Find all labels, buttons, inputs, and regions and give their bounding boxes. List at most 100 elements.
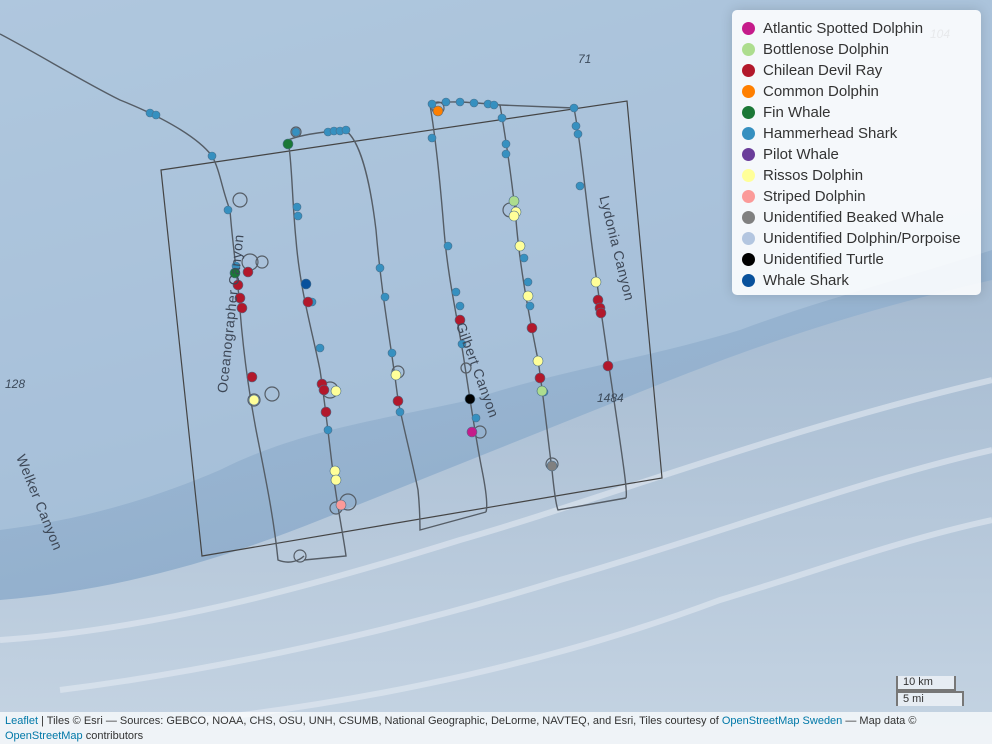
- sighting-hammerhead: [573, 129, 583, 139]
- legend-item: Chilean Devil Ray: [740, 60, 973, 81]
- legend-item: Rissos Dolphin: [740, 165, 973, 186]
- sighting-rissos: [330, 385, 342, 397]
- legend-swatch: [742, 190, 755, 203]
- sighting-devil-ray: [302, 296, 314, 308]
- legend-label: Striped Dolphin: [763, 188, 866, 205]
- legend-label: Pilot Whale: [763, 146, 839, 163]
- sighting-hammerhead: [427, 133, 437, 143]
- sighting-devil-ray: [392, 395, 404, 407]
- sighting-hammerhead: [525, 301, 535, 311]
- sighting-fin-whale: [282, 138, 294, 150]
- legend-item: Atlantic Spotted Dolphin: [740, 18, 973, 39]
- sighting-hammerhead: [293, 211, 303, 221]
- sighting-rissos: [329, 465, 341, 477]
- sighting-hammerhead: [501, 139, 511, 149]
- sighting-hammerhead: [469, 98, 479, 108]
- legend-item: Striped Dolphin: [740, 186, 973, 207]
- legend-swatch: [742, 43, 755, 56]
- osm-sweden-link[interactable]: OpenStreetMap Sweden: [722, 715, 842, 727]
- sighting-whale-shark: [300, 278, 312, 290]
- sighting-devil-ray: [595, 307, 607, 319]
- sighting-common-dolphin: [432, 105, 444, 117]
- sighting-hammerhead: [455, 301, 465, 311]
- sighting-hammerhead: [443, 241, 453, 251]
- sighting-rissos: [390, 369, 402, 381]
- legend-swatch: [742, 211, 755, 224]
- sighting-hammerhead: [207, 151, 217, 161]
- sighting-devil-ray: [526, 322, 538, 334]
- attribution-text-1: | Tiles © Esri — Sources: GEBCO, NOAA, C…: [38, 715, 722, 727]
- osm-link[interactable]: OpenStreetMap: [5, 730, 83, 742]
- legend-label: Rissos Dolphin: [763, 167, 864, 184]
- legend-item: Unidentified Beaked Whale: [740, 207, 973, 228]
- sighting-hammerhead: [575, 181, 585, 191]
- attribution-text-3: contributors: [82, 730, 144, 742]
- legend-swatch: [742, 274, 755, 287]
- sighting-devil-ray: [602, 360, 614, 372]
- sighting-rissos: [248, 394, 260, 406]
- sighting-bottlenose: [508, 195, 520, 207]
- sighting-devil-ray: [318, 384, 330, 396]
- scale-bar-km: 10 km: [896, 676, 956, 691]
- legend-label: Unidentified Beaked Whale: [763, 209, 944, 226]
- legend-label: Unidentified Dolphin/Porpoise: [763, 230, 961, 247]
- sighting-rissos: [514, 240, 526, 252]
- sighting-hammerhead: [471, 413, 481, 423]
- sighting-hammerhead: [497, 113, 507, 123]
- legend-swatch: [742, 106, 755, 119]
- sighting-rissos: [508, 210, 520, 222]
- legend-swatch: [742, 22, 755, 35]
- sighting-rissos: [330, 474, 342, 486]
- legend-swatch: [742, 169, 755, 182]
- species-legend: Atlantic Spotted Dolphin Bottlenose Dolph…: [732, 10, 981, 295]
- sighting-hammerhead: [291, 127, 301, 137]
- sighting-striped-dolphin: [335, 499, 347, 511]
- sighting-rissos: [522, 290, 534, 302]
- legend-swatch: [742, 127, 755, 140]
- legend-label: Whale Shark: [763, 272, 849, 289]
- sighting-hammerhead: [523, 277, 533, 287]
- sighting-rissos: [590, 276, 602, 288]
- sighting-hammerhead: [223, 205, 233, 215]
- sighting-devil-ray: [534, 372, 546, 384]
- sighting-hammerhead: [571, 121, 581, 131]
- sighting-hammerhead: [387, 348, 397, 358]
- sighting-beaked-whale: [546, 460, 558, 472]
- legend-swatch: [742, 232, 755, 245]
- legend-swatch: [742, 64, 755, 77]
- sighting-hammerhead: [315, 343, 325, 353]
- sighting-hammerhead: [451, 287, 461, 297]
- sighting-spotted-dolphin: [466, 426, 478, 438]
- depth-label-71: 71: [578, 52, 592, 66]
- sighting-devil-ray: [246, 371, 258, 383]
- leaflet-link[interactable]: Leaflet: [5, 715, 38, 727]
- sighting-hammerhead: [569, 103, 579, 113]
- sighting-hammerhead: [489, 100, 499, 110]
- legend-item: Fin Whale: [740, 102, 973, 123]
- sighting-hammerhead: [292, 202, 302, 212]
- sighting-hammerhead: [151, 110, 161, 120]
- map-attribution: Leaflet | Tiles © Esri — Sources: GEBCO,…: [0, 712, 992, 744]
- legend-label: Atlantic Spotted Dolphin: [763, 20, 924, 37]
- legend-item: Whale Shark: [740, 270, 973, 291]
- sighting-hammerhead: [341, 125, 351, 135]
- legend-label: Hammerhead Shark: [763, 125, 898, 142]
- legend-label: Chilean Devil Ray: [763, 62, 883, 79]
- legend-item: Common Dolphin: [740, 81, 973, 102]
- legend-swatch: [742, 85, 755, 98]
- sighting-hammerhead: [380, 292, 390, 302]
- attribution-text-2: — Map data ©: [842, 715, 917, 727]
- legend-item: Unidentified Turtle: [740, 249, 973, 270]
- sighting-hammerhead: [441, 97, 451, 107]
- depth-label-1484: 1484: [597, 391, 624, 405]
- legend-item: Bottlenose Dolphin: [740, 39, 973, 60]
- sighting-turtle: [464, 393, 476, 405]
- legend-swatch: [742, 148, 755, 161]
- sighting-bottlenose: [536, 385, 548, 397]
- sighting-hammerhead: [519, 253, 529, 263]
- sighting-hammerhead: [395, 407, 405, 417]
- legend-label: Bottlenose Dolphin: [763, 41, 889, 58]
- sighting-hammerhead: [455, 97, 465, 107]
- sighting-devil-ray: [242, 266, 254, 278]
- legend-label: Unidentified Turtle: [763, 251, 884, 268]
